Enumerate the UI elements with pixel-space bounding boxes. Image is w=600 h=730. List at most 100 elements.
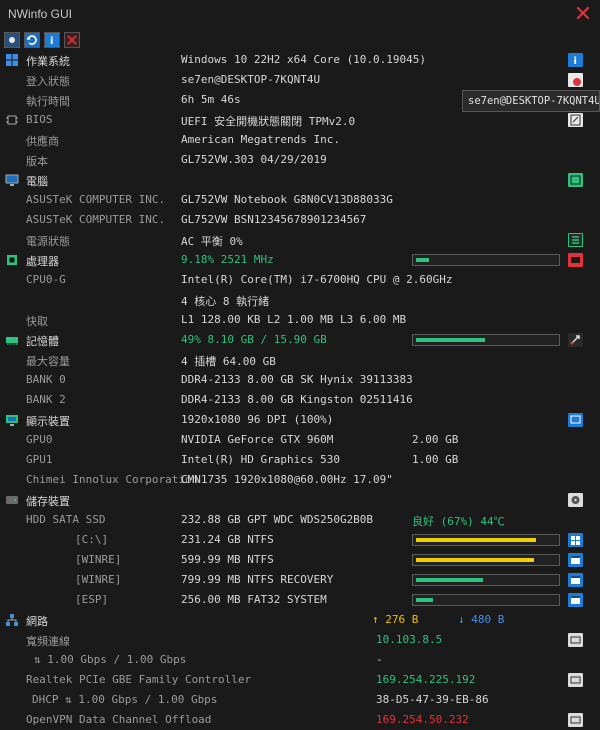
storage-button[interactable]	[568, 493, 583, 507]
gpu-label: GPU1	[26, 453, 53, 466]
board-row-2: ASUSTeK COMPUTER INC. GL752VW BSN1234567…	[0, 210, 600, 230]
cpu-row[interactable]: 處理器 9.18% 2521 MHz	[0, 250, 600, 270]
disk-health: 良好 (67%) 44℃	[412, 515, 505, 528]
storage-label: 儲存裝置	[26, 495, 70, 508]
broadband-speed: ⇅ 1.00 Gbps / 1.00 Gbps	[34, 653, 187, 666]
cache-label: 快取	[26, 315, 48, 328]
display-button[interactable]	[568, 413, 583, 427]
refresh-button[interactable]	[24, 32, 40, 48]
gpu-memory: 1.00 GB	[412, 453, 459, 466]
cpu-name-row: CPU0-G Intel(R) Core(TM) i7-6700HQ CPU @…	[0, 270, 600, 290]
bios-button[interactable]	[568, 113, 583, 127]
os-value: Windows 10 22H2 x64 Core (10.0.19045)	[181, 53, 427, 66]
power-button[interactable]	[568, 233, 583, 247]
bios-value: UEFI 安全開機狀態關閉 TPMv2.0	[181, 115, 356, 128]
disk-value: 232.88 GB GPT WDC WDS250G2B0B	[181, 513, 374, 526]
disk-label: HDD SATA SSD	[26, 513, 106, 526]
cpu-cores-value: 4 核心 8 執行緒	[181, 295, 270, 308]
volume-value: 231.24 GB NTFS	[181, 533, 274, 546]
volume-value: 599.99 MB NTFS	[181, 553, 274, 566]
ethernet-button[interactable]	[568, 673, 583, 687]
board-value: GL752VW Notebook G8N0CV13D88033G	[181, 193, 393, 206]
display-row[interactable]: 顯示裝置 1920x1080 96 DPI (100%)	[0, 410, 600, 430]
gpu-memory: 2.00 GB	[412, 433, 459, 446]
gpu-value: Intel(R) HD Graphics 530	[181, 453, 340, 466]
display-value: 1920x1080 96 DPI (100%)	[181, 413, 334, 426]
rocket-icon	[570, 335, 580, 345]
volume-value: 256.00 MB FAT32 SYSTEM	[181, 593, 327, 606]
bank-row: BANK 0 DDR4-2133 8.00 GB SK Hynix 391133…	[0, 370, 600, 390]
bank-label: BANK 2	[26, 393, 66, 406]
about-button[interactable]: i	[44, 32, 60, 48]
svg-text:i: i	[574, 56, 577, 67]
version-value: GL752VW.303 04/29/2019	[181, 153, 327, 166]
memory-row[interactable]: 記憶體 49% 8.10 GB / 15.90 GB	[0, 330, 600, 350]
refresh-icon	[27, 35, 37, 45]
volume-usage-bar	[412, 594, 560, 606]
ethernet-speed: DHCP ⇅ 1.00 Gbps / 1.00 Gbps	[32, 693, 218, 706]
volume-row: [ESP] 256.00 MB FAT32 SYSTEM	[0, 590, 600, 610]
volume-button[interactable]	[568, 533, 583, 547]
network-icon	[6, 614, 18, 626]
storage-row[interactable]: 儲存裝置	[0, 490, 600, 510]
power-value: AC 平衡 0%	[181, 235, 243, 248]
vpn-ip: 169.254.50.232	[376, 713, 469, 726]
cpu-usage-fill	[416, 258, 429, 262]
monitor-icon	[5, 174, 19, 186]
adapter-icon	[570, 716, 581, 724]
bank-row: BANK 2 DDR4-2133 8.00 GB Kingston 025114…	[0, 390, 600, 410]
network-row[interactable]: 網路 ↑ 276 B ↓ 480 B	[0, 610, 600, 630]
bios-row[interactable]: BIOS UEFI 安全開機狀態關閉 TPMv2.0	[0, 110, 600, 130]
gpu-value: NVIDIA GeForce GTX 960M	[181, 433, 334, 446]
board-row-1: ASUSTeK COMPUTER INC. GL752VW Notebook G…	[0, 190, 600, 210]
volume-button[interactable]	[568, 553, 583, 567]
computer-label: 電腦	[26, 175, 48, 188]
max-capacity-label: 最大容量	[26, 355, 70, 368]
broadband-button[interactable]	[568, 633, 583, 647]
memory-button[interactable]	[568, 333, 583, 347]
chip-icon	[6, 115, 18, 125]
user-button[interactable]	[568, 73, 583, 87]
volume-usage-bar	[412, 574, 560, 586]
volume-row: [C:\] 231.24 GB NTFS	[0, 530, 600, 550]
close-icon[interactable]: ✕	[572, 2, 594, 28]
board-label: ASUSTeK COMPUTER INC.	[26, 193, 166, 206]
cpu-icon	[7, 255, 17, 265]
ethernet-row: Realtek PCIe GBE Family Controller 169.2…	[0, 670, 600, 690]
monitor-value: CMN1735 1920x1080@60.00Hz 17.09"	[181, 473, 393, 486]
volume-label: [WINRE]	[75, 553, 122, 566]
login-label: 登入狀態	[26, 75, 70, 88]
display-icon	[6, 415, 18, 426]
volume-usage-bar	[412, 554, 560, 566]
volume-button[interactable]	[568, 593, 583, 607]
version-row: 版本 GL752VW.303 04/29/2019	[0, 150, 600, 170]
broadband-label: 寬頻連線	[26, 635, 70, 648]
cpu-name-label: CPU0-G	[26, 273, 66, 286]
computer-row[interactable]: 電腦	[0, 170, 600, 190]
vpn-button[interactable]	[568, 713, 583, 727]
vendor-label: 供應商	[26, 135, 59, 148]
display-label: 顯示裝置	[26, 415, 70, 428]
computer-button[interactable]	[568, 173, 583, 187]
drive-icon	[6, 496, 18, 504]
network-upload: ↑ 276 B	[372, 613, 419, 626]
os-row[interactable]: 作業系統 Windows 10 22H2 x64 Core (10.0.1904…	[0, 50, 600, 70]
volume-usage-fill	[416, 598, 433, 602]
ethernet-speed-row: DHCP ⇅ 1.00 Gbps / 1.00 Gbps 38-D5-47-39…	[0, 690, 600, 710]
ethernet-label: Realtek PCIe GBE Family Controller	[26, 673, 252, 686]
volume-usage-bar	[412, 534, 560, 546]
os-label: 作業系統	[26, 55, 70, 68]
snapshot-button[interactable]	[4, 32, 20, 48]
os-info-button[interactable]: i	[568, 53, 583, 67]
exit-button[interactable]	[64, 32, 80, 48]
cpu-button[interactable]	[568, 253, 583, 267]
board-label: ASUSTeK COMPUTER INC.	[26, 213, 166, 226]
title-bar: NWinfo GUI ✕	[0, 0, 600, 30]
svg-text:i: i	[50, 36, 53, 47]
bios-label: BIOS	[26, 113, 53, 126]
volume-button[interactable]	[568, 573, 583, 587]
gpu-row: GPU0 NVIDIA GeForce GTX 960M 2.00 GB	[0, 430, 600, 450]
board-value: GL752VW BSN12345678901234567	[181, 213, 367, 226]
monitor-row: Chimei Innolux Corporation CMN1735 1920x…	[0, 470, 600, 490]
cpu-usage-bar	[412, 254, 560, 266]
